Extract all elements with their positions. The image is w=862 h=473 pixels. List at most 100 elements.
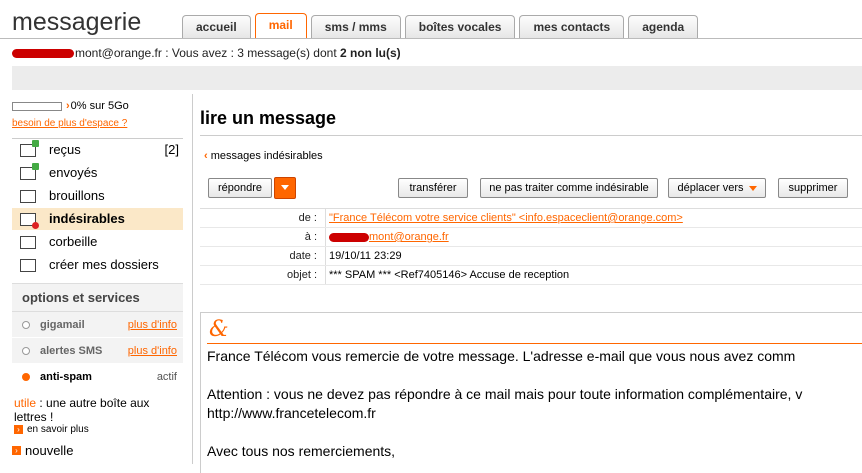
message-text: France Télécom vous remercie de votre me… bbox=[207, 347, 802, 461]
folder-label: créer mes dossiers bbox=[49, 257, 159, 272]
header-date: date : 19/10/11 23:29 bbox=[200, 247, 862, 266]
date-value: 19/10/11 23:29 bbox=[329, 250, 402, 262]
tab-accueil[interactable]: accueil bbox=[182, 15, 251, 38]
body-line: Avec tous nos remerciements, bbox=[207, 443, 396, 459]
tab-divider bbox=[0, 38, 862, 39]
promo-mailbox: utile : une autre boîte aux lettres ! › e… bbox=[12, 396, 183, 435]
radio-dot-icon bbox=[22, 346, 30, 355]
trash-icon bbox=[20, 235, 36, 249]
promo-new-label: nouvelle bbox=[25, 443, 74, 458]
france-telecom-logo: & bbox=[209, 317, 229, 342]
message-count-text: : Vous avez : 3 message(s) dont bbox=[161, 46, 340, 60]
chevron-left-icon: ‹ bbox=[204, 150, 208, 162]
back-label: messages indésirables bbox=[210, 150, 323, 162]
quota-text: 0% sur 5Go bbox=[70, 100, 129, 112]
spam-icon bbox=[20, 212, 39, 229]
more-info-link[interactable]: plus d'info bbox=[128, 319, 177, 331]
header-to: à : mont@orange.fr bbox=[200, 228, 862, 247]
tab-contacts[interactable]: mes contacts bbox=[519, 15, 625, 38]
folder-label: brouillons bbox=[49, 188, 105, 203]
message-view: lire un message ‹ messages indésirables … bbox=[200, 94, 862, 473]
inbox-icon bbox=[20, 139, 39, 157]
folder-envoyes[interactable]: envoyés bbox=[12, 162, 183, 185]
draft-icon bbox=[20, 189, 36, 203]
tab-sms-mms[interactable]: sms / mms bbox=[310, 15, 401, 38]
option-gigamail: gigamail plus d'info bbox=[12, 312, 183, 338]
not-spam-button[interactable]: ne pas traiter comme indésirable bbox=[480, 178, 658, 198]
chevron-right-icon: › bbox=[66, 100, 70, 112]
sent-icon bbox=[20, 162, 39, 180]
radio-dot-icon bbox=[22, 320, 30, 329]
reply-button[interactable]: répondre bbox=[208, 178, 272, 198]
option-label: gigamail bbox=[40, 318, 85, 331]
move-label: déplacer vers bbox=[677, 182, 744, 194]
forward-button[interactable]: transférer bbox=[398, 178, 468, 198]
option-status: actif bbox=[156, 370, 177, 383]
arrow-right-icon: › bbox=[14, 425, 23, 434]
more-info-link[interactable]: plus d'info bbox=[128, 345, 177, 357]
main-tabs: accueil mail sms / mms boîtes vocales me… bbox=[182, 13, 702, 39]
redacted-recipient bbox=[329, 232, 369, 242]
sidebar-divider bbox=[192, 94, 193, 464]
tab-voicemail[interactable]: boîtes vocales bbox=[404, 15, 516, 38]
options-title: options et services bbox=[12, 284, 183, 312]
option-anti-spam[interactable]: anti-spam actif bbox=[12, 364, 183, 390]
promo-prefix: utile bbox=[14, 396, 37, 410]
chevron-down-icon bbox=[748, 185, 757, 191]
from-value[interactable]: "France Télécom votre service clients" <… bbox=[326, 209, 683, 227]
sidebar: › 0% sur 5Go besoin de plus d'espace ? r… bbox=[12, 94, 183, 458]
folder-label: reçus bbox=[49, 142, 81, 157]
folder-brouillons[interactable]: brouillons bbox=[12, 185, 183, 208]
tab-agenda[interactable]: agenda bbox=[628, 15, 699, 38]
folder-label: envoyés bbox=[49, 165, 98, 180]
message-body: & France Télécom vous remercie de votre … bbox=[200, 312, 862, 473]
option-label: alertes SMS bbox=[40, 344, 103, 357]
date-label: date : bbox=[200, 247, 326, 265]
radio-dot-icon bbox=[22, 372, 30, 381]
redacted-username bbox=[12, 49, 74, 59]
arrow-right-icon: › bbox=[12, 446, 21, 455]
body-line: France Télécom vous remercie de votre me… bbox=[207, 348, 796, 364]
to-value-wrap[interactable]: mont@orange.fr bbox=[326, 228, 449, 246]
folder-list: reçus [2] envoyés brouillons indésirable… bbox=[12, 138, 183, 277]
folder-icon bbox=[20, 258, 36, 272]
header-subject: objet : *** SPAM *** <Ref7405146> Accuse… bbox=[200, 266, 862, 285]
user-email: mont@orange.fr bbox=[75, 46, 162, 60]
grey-banner bbox=[12, 66, 862, 90]
back-link[interactable]: ‹ messages indésirables bbox=[204, 150, 862, 162]
to-value: mont@orange.fr bbox=[369, 231, 449, 243]
delete-button[interactable]: supprimer bbox=[778, 178, 848, 198]
message-toolbar: répondre transférer ne pas traiter comme… bbox=[200, 176, 862, 202]
promo-new[interactable]: › nouvelle bbox=[12, 443, 183, 458]
move-to-button[interactable]: déplacer vers bbox=[668, 178, 766, 198]
app-logo: messagerie bbox=[12, 8, 142, 36]
subject-label: objet : bbox=[200, 266, 326, 284]
option-label: anti-spam bbox=[40, 370, 92, 383]
orange-rule bbox=[207, 343, 862, 344]
header-from: de : "France Télécom votre service clien… bbox=[200, 209, 862, 228]
subject-value: *** SPAM *** <Ref7405146> Accuse de rece… bbox=[329, 269, 570, 281]
folder-label: indésirables bbox=[49, 211, 125, 226]
page-title: lire un message bbox=[200, 108, 862, 136]
from-label: de : bbox=[200, 209, 326, 227]
tab-mail[interactable]: mail bbox=[254, 13, 307, 39]
more-space-link[interactable]: besoin de plus d'espace ? bbox=[12, 118, 183, 129]
folder-count: [2] bbox=[164, 142, 179, 157]
message-headers: de : "France Télécom votre service clien… bbox=[200, 208, 862, 285]
quota-bar bbox=[12, 101, 62, 111]
folder-label: corbeille bbox=[49, 234, 98, 249]
options-services: options et services gigamail plus d'info… bbox=[12, 283, 183, 390]
reply-options-dropdown[interactable] bbox=[274, 177, 296, 199]
unread-count: 2 non lu(s) bbox=[339, 46, 401, 60]
body-line: Attention : vous ne devez pas répondre à… bbox=[207, 386, 803, 402]
quota-indicator: › 0% sur 5Go bbox=[12, 100, 183, 112]
create-folders[interactable]: créer mes dossiers bbox=[12, 254, 183, 277]
folder-recus[interactable]: reçus [2] bbox=[12, 139, 183, 162]
folder-corbeille[interactable]: corbeille bbox=[12, 231, 183, 254]
to-label: à : bbox=[200, 228, 326, 246]
body-link: http://www.francetelecom.fr bbox=[207, 405, 376, 421]
option-sms-alerts: alertes SMS plus d'info bbox=[12, 338, 183, 364]
folder-indesirables[interactable]: indésirables bbox=[12, 208, 183, 231]
account-status: mont@orange.fr : Vous avez : 3 message(s… bbox=[12, 46, 401, 60]
promo-link[interactable]: en savoir plus bbox=[27, 424, 89, 435]
